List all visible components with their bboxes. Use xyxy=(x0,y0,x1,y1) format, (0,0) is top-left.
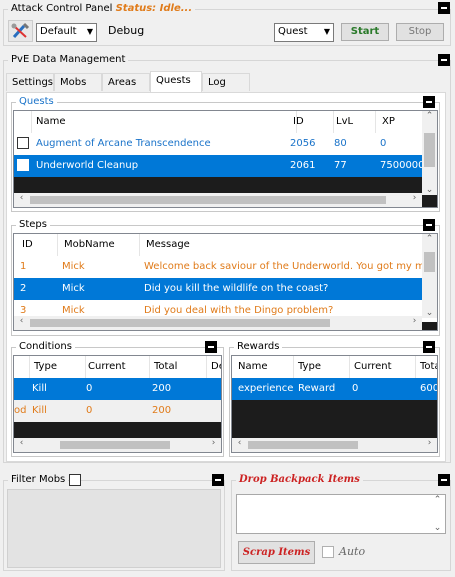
scroll-right-icon[interactable]: › xyxy=(407,193,422,203)
filter-mobs-title: Filter Mobs xyxy=(8,474,69,485)
status-label: Status: Idle... xyxy=(115,3,193,14)
steps-table[interactable]: ID MobName Message 1 Mick Welcome back s… xyxy=(13,233,438,331)
scrap-items-button[interactable]: Scrap Items xyxy=(238,541,315,564)
steps-vertical-scrollbar[interactable]: ⌃ ⌄ xyxy=(422,234,437,318)
mode-select[interactable]: Quest ▼ xyxy=(274,23,334,42)
rewards-horizontal-scrollbar[interactable]: ‹ › xyxy=(232,438,437,452)
profile-select[interactable]: Default ▼ xyxy=(36,23,97,42)
rewards-collapse-button[interactable] xyxy=(423,341,435,353)
column-header-message[interactable]: Message xyxy=(142,234,422,256)
quests-vertical-scrollbar[interactable]: ⌃ ⌄ xyxy=(422,111,437,195)
debug-label: Debug xyxy=(108,24,145,37)
filter-collapse-button[interactable] xyxy=(212,474,224,486)
row-checkbox[interactable] xyxy=(17,137,29,149)
scroll-left-icon[interactable]: ‹ xyxy=(14,438,29,448)
table-row-selected[interactable]: Kill 0 200 xyxy=(14,378,221,400)
scroll-right-icon[interactable]: › xyxy=(206,438,221,448)
drop-items-textarea[interactable]: ⌃ ⌄ xyxy=(236,494,446,534)
drop-collapse-button[interactable] xyxy=(438,474,450,486)
scroll-right-icon[interactable]: › xyxy=(422,438,437,448)
scroll-left-icon[interactable]: ‹ xyxy=(14,316,29,326)
column-header-de[interactable]: De xyxy=(207,356,221,378)
scroll-left-icon[interactable]: ‹ xyxy=(232,438,247,448)
column-header-xp[interactable]: XP xyxy=(378,111,428,133)
scroll-left-icon[interactable]: ‹ xyxy=(14,193,29,203)
table-row[interactable]: Augment of Arcane Transcendence 2056 80 … xyxy=(14,133,437,155)
row-checkbox[interactable] xyxy=(17,159,29,171)
column-header-current[interactable]: Current xyxy=(84,356,150,378)
quests-title: Quests xyxy=(16,96,57,107)
scroll-up-icon[interactable]: ⌃ xyxy=(422,234,437,244)
tab-log[interactable]: Log xyxy=(202,73,250,91)
stop-button[interactable]: Stop xyxy=(396,23,444,41)
filter-mobs-checkbox[interactable] xyxy=(69,474,81,486)
pve-collapse-button[interactable] xyxy=(438,54,450,66)
tab-areas[interactable]: Areas xyxy=(102,73,150,91)
column-header-id[interactable]: ID xyxy=(289,111,334,133)
steps-collapse-button[interactable] xyxy=(423,219,435,231)
scroll-right-icon[interactable]: › xyxy=(407,316,422,326)
table-row-selected[interactable]: 2 Mick Did you kill the wildlife on the … xyxy=(14,278,437,300)
column-header-type[interactable]: Type xyxy=(294,356,350,378)
quests-horizontal-scrollbar[interactable]: ‹ › xyxy=(14,193,422,207)
column-header-id[interactable]: ID xyxy=(18,234,58,256)
table-row-selected[interactable]: experience Reward 0 6000 xyxy=(232,378,437,400)
column-header-type[interactable]: Type xyxy=(30,356,86,378)
auto-label: Auto xyxy=(339,545,366,558)
conditions-title: Conditions xyxy=(16,341,75,352)
scroll-down-icon[interactable]: ⌄ xyxy=(422,185,437,195)
attack-control-title: Attack Control Panel Status: Idle... xyxy=(8,3,196,14)
table-row-selected[interactable]: Underworld Cleanup 2061 77 7500000 xyxy=(14,155,437,177)
scroll-down-icon[interactable]: ⌄ xyxy=(422,308,437,318)
conditions-table[interactable]: Type Current Total De Kill 0 200 od Kill… xyxy=(13,355,222,453)
auto-checkbox[interactable] xyxy=(322,546,334,558)
chevron-down-icon: ▼ xyxy=(86,27,93,36)
conditions-collapse-button[interactable] xyxy=(205,341,217,353)
filter-mobs-list[interactable] xyxy=(7,489,221,568)
quests-table-header: Name ID LvL XP xyxy=(14,111,437,133)
column-header-total[interactable]: Tota xyxy=(416,356,437,378)
rewards-table-header: Name Type Current Tota xyxy=(232,356,437,378)
scroll-up-icon[interactable]: ⌃ xyxy=(430,495,445,505)
quests-table[interactable]: Name ID LvL XP Augment of Arcane Transce… xyxy=(13,110,438,208)
chevron-down-icon: ▼ xyxy=(323,27,330,36)
tab-settings[interactable]: Settings xyxy=(6,73,54,91)
pve-title: PvE Data Management xyxy=(8,54,129,65)
table-row[interactable]: od Kill 0 200 xyxy=(14,400,221,422)
scroll-up-icon[interactable]: ⌃ xyxy=(422,111,437,121)
quests-collapse-button[interactable] xyxy=(423,96,435,108)
conditions-table-header: Type Current Total De xyxy=(14,356,221,378)
column-header-mobname[interactable]: MobName xyxy=(60,234,140,256)
tools-icon[interactable] xyxy=(8,20,33,42)
conditions-horizontal-scrollbar[interactable]: ‹ › xyxy=(14,438,221,452)
scroll-down-icon[interactable]: ⌄ xyxy=(430,523,445,533)
rewards-table[interactable]: Name Type Current Tota experience Reward… xyxy=(231,355,438,453)
column-header-name[interactable]: Name xyxy=(32,111,297,133)
table-row[interactable]: 1 Mick Welcome back saviour of the Under… xyxy=(14,256,437,278)
rewards-title: Rewards xyxy=(234,341,283,352)
steps-title: Steps xyxy=(16,219,50,230)
column-header-total[interactable]: Total xyxy=(150,356,207,378)
column-header-name[interactable]: Name xyxy=(234,356,294,378)
column-header-current[interactable]: Current xyxy=(350,356,416,378)
steps-table-header: ID MobName Message xyxy=(14,234,437,256)
tab-mobs[interactable]: Mobs xyxy=(54,73,102,91)
drop-items-scrollbar[interactable]: ⌃ ⌄ xyxy=(430,495,445,533)
start-button[interactable]: Start xyxy=(341,23,389,41)
drop-backpack-title: Drop Backpack Items xyxy=(236,474,363,485)
column-header-lvl[interactable]: LvL xyxy=(332,111,376,133)
attack-collapse-button[interactable] xyxy=(438,2,450,14)
tab-quests[interactable]: Quests xyxy=(150,71,202,92)
steps-horizontal-scrollbar[interactable]: ‹ › xyxy=(14,316,422,330)
